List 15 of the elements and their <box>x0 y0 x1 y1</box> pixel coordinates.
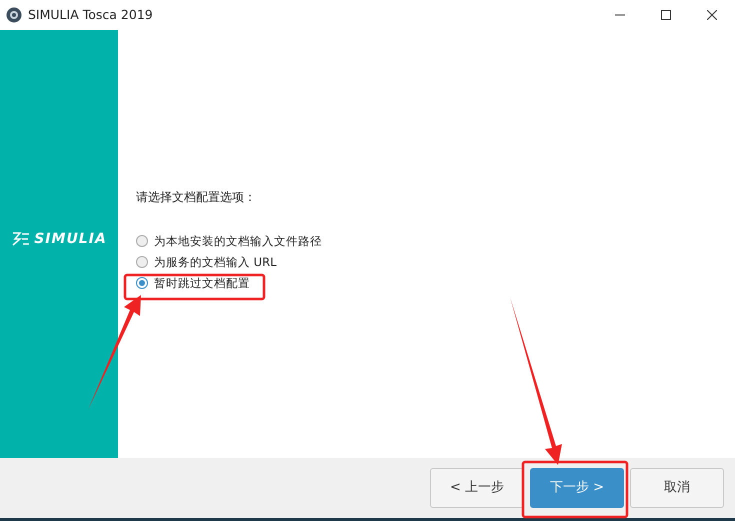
radio-button[interactable] <box>136 256 148 268</box>
logo-text: SIMULIA <box>34 230 107 248</box>
maximize-icon <box>661 10 671 20</box>
radio-button[interactable] <box>136 234 148 246</box>
option-label[interactable]: 为服务的文档输入 URL <box>154 254 276 268</box>
radio-button[interactable] <box>136 276 148 288</box>
close-icon <box>707 10 717 20</box>
next-button[interactable]: 下一步 > <box>530 468 624 508</box>
prompt-text: 请选择文档配置选项： <box>136 189 257 206</box>
logo-icon <box>11 231 32 247</box>
option-label[interactable]: 为本地安装的文档输入文件路径 <box>154 234 322 248</box>
dialog-button[interactable]: < 上一步 <box>430 468 524 508</box>
window-title: SIMULIA Tosca 2019 <box>28 6 153 24</box>
app-icon <box>6 7 22 23</box>
dialog-button[interactable]: 取消 <box>630 468 724 508</box>
